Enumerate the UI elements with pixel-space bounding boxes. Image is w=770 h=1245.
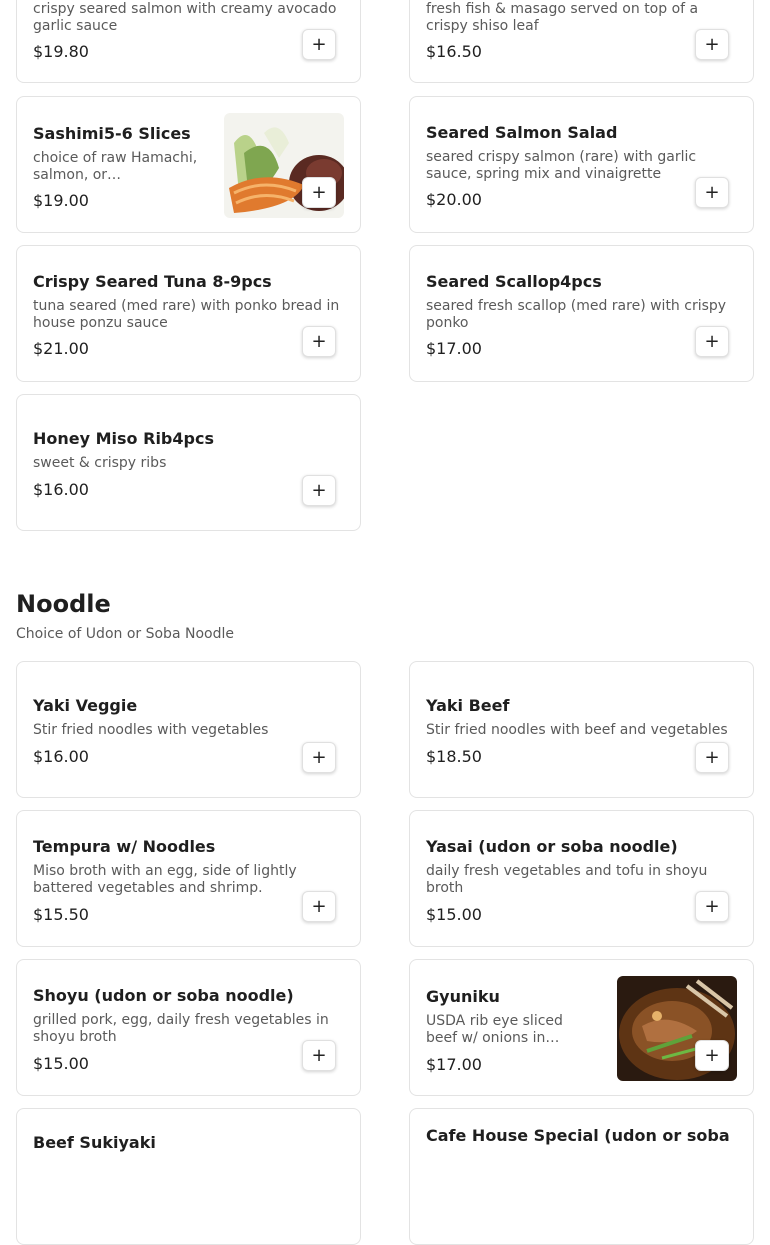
menu-item-card[interactable]: Yasai (udon or soba noodle) daily fresh … [409,810,754,947]
menu-item-card[interactable]: Crispy Seared Tuna 8-9pcs tuna seared (m… [16,245,361,382]
item-price: $19.00 [33,191,89,210]
item-price: $15.00 [426,905,482,924]
section-subtitle: Choice of Udon or Soba Noodle [16,626,234,642]
item-name: Seared Salmon Salad [426,123,618,142]
item-name: Honey Miso Rib4pcs [33,429,214,448]
add-to-cart-button[interactable]: + [302,326,336,357]
menu-item-card[interactable]: Yaki Beef Stir fried noodles with beef a… [409,661,754,798]
item-name: Yaki Veggie [33,696,138,715]
item-description: choice of raw Hamachi, salmon, or… [33,150,198,183]
menu-item-card[interactable]: Cafe House Special (udon or soba [409,1108,754,1245]
menu-item-card[interactable]: Yaki Veggie Stir fried noodles with vege… [16,661,361,798]
item-price: $19.80 [33,42,89,61]
item-price: $16.00 [33,480,89,499]
add-to-cart-button[interactable]: + [302,475,336,506]
menu-item-card[interactable]: fresh fish & masago served on top of a c… [409,0,754,83]
add-to-cart-button[interactable]: + [302,177,336,208]
menu-item-card[interactable]: Seared Scallop4pcs seared fresh scallop … [409,245,754,382]
add-to-cart-button[interactable]: + [695,326,729,357]
menu-item-card[interactable]: Tempura w/ Noodles Miso broth with an eg… [16,810,361,947]
add-to-cart-button[interactable]: + [302,1040,336,1071]
add-to-cart-button[interactable]: + [695,742,729,773]
item-name: Beef Sukiyaki [33,1133,156,1152]
item-description: Stir fried noodles with beef and vegetab… [426,722,728,738]
menu-item-card[interactable]: Seared Salmon Salad seared crispy salmon… [409,96,754,233]
add-to-cart-button[interactable]: + [302,891,336,922]
add-to-cart-button[interactable]: + [302,29,336,60]
add-to-cart-button[interactable]: + [695,177,729,208]
item-price: $17.00 [426,1055,482,1074]
item-name: Shoyu (udon or soba noodle) [33,986,294,1005]
item-description: Stir fried noodles with vegetables [33,722,269,738]
item-description: seared crispy salmon (rare) with garlic … [426,149,697,182]
item-description: daily fresh vegetables and tofu in shoyu… [426,863,708,896]
item-price: $20.00 [426,190,482,209]
item-price: $17.00 [426,339,482,358]
item-price: $16.50 [426,42,482,61]
item-name: Yasai (udon or soba noodle) [426,837,678,856]
menu-item-card[interactable]: Sashimi5-6 Slices choice of raw Hamachi,… [16,96,361,233]
item-name: Yaki Beef [426,696,510,715]
add-to-cart-button[interactable]: + [695,1040,729,1071]
item-name: Gyuniku [426,987,500,1006]
item-description: grilled pork, egg, daily fresh vegetable… [33,1012,329,1045]
item-price: $18.50 [426,747,482,766]
item-description: crispy seared salmon with creamy avocado… [33,1,337,34]
menu-item-card[interactable]: Shoyu (udon or soba noodle) grilled pork… [16,959,361,1096]
add-to-cart-button[interactable]: + [695,891,729,922]
item-description: seared fresh scallop (med rare) with cri… [426,298,727,331]
item-description: fresh fish & masago served on top of a c… [426,1,699,34]
item-name: Tempura w/ Noodles [33,837,216,856]
item-name: Seared Scallop4pcs [426,272,602,291]
add-to-cart-button[interactable]: + [302,742,336,773]
item-description: Miso broth with an egg, side of lightly … [33,863,297,896]
item-price: $16.00 [33,747,89,766]
section-title: Noodle [16,590,111,618]
item-description: USDA rib eye sliced beef w/ onions in… [426,1013,563,1046]
item-name: Crispy Seared Tuna 8-9pcs [33,272,272,291]
item-description: tuna seared (med rare) with ponko bread … [33,298,340,331]
item-description: sweet & crispy ribs [33,455,167,471]
menu-item-card[interactable]: crispy seared salmon with creamy avocado… [16,0,361,83]
item-price: $15.50 [33,905,89,924]
add-to-cart-button[interactable]: + [695,29,729,60]
menu-item-card[interactable]: Gyuniku USDA rib eye sliced beef w/ onio… [409,959,754,1096]
item-name: Cafe House Special (udon or soba [426,1126,730,1145]
item-name: Sashimi5-6 Slices [33,124,191,143]
menu-item-card[interactable]: Honey Miso Rib4pcs sweet & crispy ribs $… [16,394,361,531]
menu-item-card[interactable]: Beef Sukiyaki [16,1108,361,1245]
item-price: $15.00 [33,1054,89,1073]
item-price: $21.00 [33,339,89,358]
